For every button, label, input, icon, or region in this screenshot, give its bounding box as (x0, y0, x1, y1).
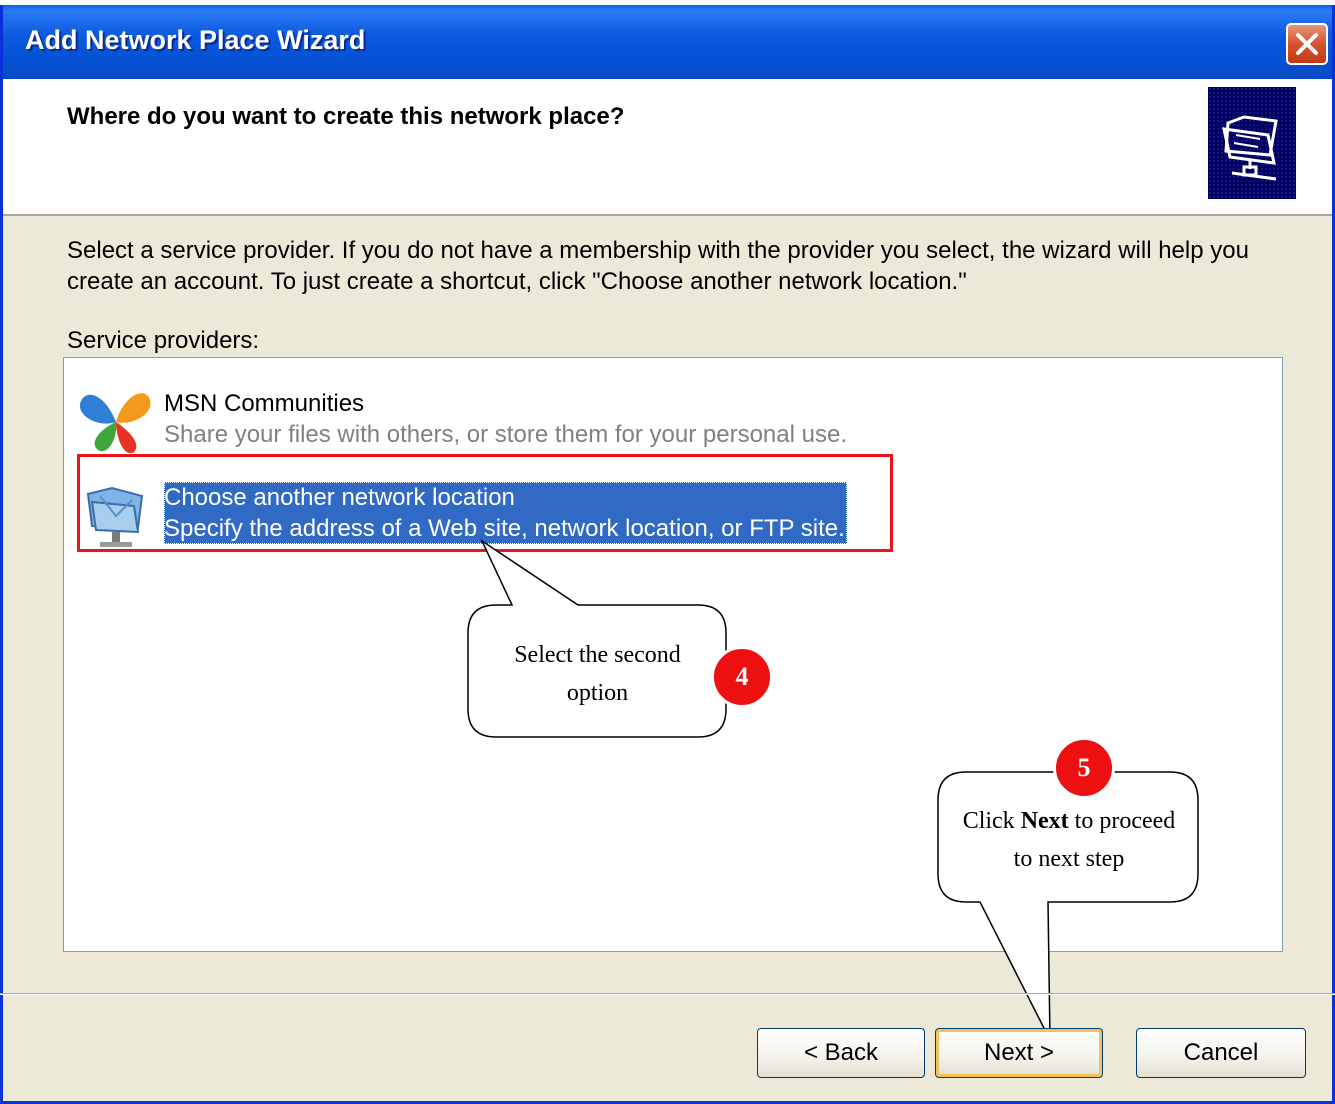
list-item-choose-another-location[interactable]: Choose another network location Specify … (64, 466, 964, 556)
step-badge-5: 5 (1053, 737, 1115, 799)
list-item-text: Choose another network location Specify … (164, 482, 847, 544)
window-title: Add Network Place Wizard (25, 25, 366, 55)
step-badge-4: 4 (711, 646, 773, 708)
wizard-header: Where do you want to create this network… (3, 79, 1332, 216)
callout-5-pre: Click (962, 808, 1021, 834)
callout-5-bold: Next (1020, 808, 1069, 834)
back-button[interactable]: < Back (757, 1028, 925, 1078)
callout-5-line1: Click Next to proceed (940, 802, 1198, 840)
cancel-button[interactable]: Cancel (1136, 1028, 1306, 1078)
provider-description: Share your files with others, or store t… (164, 421, 847, 448)
title-bar[interactable]: Add Network Place Wizard (3, 5, 1332, 79)
msn-butterfly-icon (76, 382, 156, 463)
footer-divider (0, 993, 1335, 995)
close-button[interactable] (1286, 23, 1328, 65)
list-item-text: MSN Communities Share your files with ot… (164, 388, 847, 450)
page-title: Where do you want to create this network… (67, 103, 625, 130)
next-button[interactable]: Next > (935, 1028, 1103, 1078)
description-text: Select a service provider. If you do not… (67, 237, 1249, 295)
provider-name: Choose another network location (164, 484, 515, 511)
callout-step-5: Click Next to proceed to next step (940, 802, 1198, 878)
callout-5-post: to proceed (1068, 808, 1176, 834)
callout-4-line1: Select the second (514, 642, 681, 668)
callout-5-line2: to next step (1013, 846, 1125, 872)
close-icon (1296, 33, 1318, 55)
provider-name: MSN Communities (164, 390, 365, 417)
callout-4-line2: option (566, 680, 629, 706)
service-providers-label: Service providers: (67, 327, 260, 354)
provider-description: Specify the address of a Web site, netwo… (164, 515, 845, 542)
network-folder-icon (1208, 87, 1296, 199)
callout-step-4: Select the second option (475, 636, 720, 712)
network-location-icon (76, 476, 156, 557)
list-item-msn-communities[interactable]: MSN Communities Share your files with ot… (64, 372, 964, 462)
